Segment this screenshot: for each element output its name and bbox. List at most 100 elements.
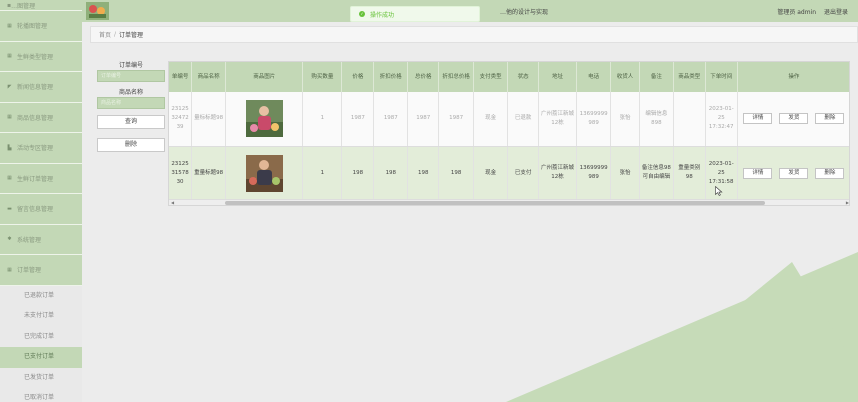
delete-button[interactable]: 删除 <box>97 138 165 152</box>
column-header: 折扣价格 <box>373 62 409 92</box>
detail-button[interactable]: 详情 <box>743 167 773 179</box>
cell-receiver: 张怡 <box>610 146 640 201</box>
sidebar-item-product[interactable]: ▦ 商品信息管理 <box>0 102 82 133</box>
cell-price: 1987 <box>341 92 375 147</box>
column-header: 商品图片 <box>225 62 304 92</box>
cell-type <box>673 92 706 147</box>
sidebar-item-fresh-order[interactable]: ▦ 生鲜订单管理 <box>0 163 82 194</box>
scroll-left-icon[interactable]: ◀ <box>171 200 174 205</box>
table-row[interactable]: 231253247239 量标标题98 1 1987 1987 1987 198… <box>169 92 849 147</box>
user-label: 管理员 admin <box>777 9 817 16</box>
system-title: …他的设计与实现 <box>500 9 549 16</box>
cell-receiver: 张怡 <box>610 92 640 147</box>
cell-discount-total: 198 <box>438 146 475 201</box>
user-area: 管理员 admin 退出登录 <box>771 7 848 16</box>
scroll-right-icon[interactable]: ▶ <box>846 200 849 205</box>
cell-image <box>225 146 304 201</box>
product-image <box>245 100 283 138</box>
sidebar-item-system[interactable]: ✱ 系统管理 <box>0 224 82 255</box>
product-name-label: 商品名称 <box>118 89 143 96</box>
cell-address: 广州荔江新城12栋 <box>538 146 578 201</box>
cell-pay-type: 现金 <box>473 92 509 147</box>
sidebar-item-carousel[interactable]: ▦ 轮播图管理 <box>0 11 82 42</box>
table-header-row: 单编号 商品名称 商品图片 购买数量 价格 折扣价格 总价格 折扣总价格 支付类… <box>169 62 849 92</box>
sidebar-subitem-refunded[interactable]: 已退款订单 <box>0 285 82 306</box>
cell-name: 重量标题98 <box>191 146 227 201</box>
sidebar-item-message[interactable]: ▬ 留言信息管理 <box>0 194 82 225</box>
sidebar-item-top[interactable]: ▪ …图管理 <box>0 0 82 11</box>
column-header: 折扣总价格 <box>438 62 475 92</box>
cell-time: 2023-01-25 17:32:47 <box>705 92 738 147</box>
product-name-input[interactable]: 商品名称 <box>97 97 165 109</box>
sidebar-subitem-cancelled[interactable]: 已取消订单 <box>0 388 82 402</box>
cell-name: 量标标题98 <box>191 92 227 147</box>
cell-type: 重量类别98 <box>673 146 706 201</box>
row-delete-button[interactable]: 删除 <box>815 167 845 179</box>
cell-address: 广州荔江新城12栋 <box>538 92 578 147</box>
column-header: 收货人 <box>610 62 640 92</box>
sidebar-item-orders[interactable]: ▦ 订单管理 <box>0 255 82 286</box>
cell-discount-price: 1987 <box>373 92 409 147</box>
product-image <box>245 154 283 192</box>
table-row[interactable]: 2312531578 30 重量标题98 1 198 198 198 198 现… <box>169 146 849 201</box>
logo-icon <box>86 2 109 20</box>
sidebar-subitem-paid[interactable]: 已支付订单 <box>0 347 82 368</box>
column-header: 地址 <box>538 62 578 92</box>
cell-order-no: 2312531578 30 <box>169 146 193 201</box>
column-header: 支付类型 <box>473 62 509 92</box>
sidebar-item-activity[interactable]: ▙ 活动专区管理 <box>0 133 82 164</box>
cell-discount-total: 1987 <box>438 92 475 147</box>
cell-status: 已支付 <box>507 146 540 201</box>
ship-button[interactable]: 发货 <box>779 113 809 125</box>
column-header: 备注 <box>639 62 674 92</box>
column-header: 价格 <box>341 62 375 92</box>
breadcrumb-current: 订单管理 <box>119 32 144 39</box>
logout-link[interactable]: 退出登录 <box>824 9 848 16</box>
detail-button[interactable]: 详情 <box>743 113 773 125</box>
grid-icon: ▦ <box>7 266 12 273</box>
grid-icon: ▦ <box>7 175 12 182</box>
row-delete-button[interactable]: 删除 <box>815 113 845 125</box>
cell-pay-type: 现金 <box>473 146 509 201</box>
breadcrumb-separator: / <box>114 31 117 38</box>
sidebar-subitem-shipped[interactable]: 已发货订单 <box>0 367 82 388</box>
cell-qty: 1 <box>302 92 343 147</box>
gear-icon: ✱ <box>7 236 12 243</box>
column-header: 购买数量 <box>302 62 343 92</box>
cell-remark: 备注信息98可自由编辑 <box>639 146 674 201</box>
sidebar-subitem-completed[interactable]: 已完成订单 <box>0 326 82 347</box>
cell-price: 198 <box>341 146 375 201</box>
check-circle-icon: ✓ <box>359 11 365 17</box>
search-panel: 订单编号 订单编号 商品名称 商品名称 查询 删除 <box>97 61 165 152</box>
grid-icon: ▦ <box>7 22 12 29</box>
cell-qty: 1 <box>302 146 343 201</box>
sidebar-subitem-unpaid[interactable]: 未支付订单 <box>0 306 82 327</box>
sidebar-item-fresh-type[interactable]: ▦ 生鲜类型管理 <box>0 41 82 72</box>
order-no-input[interactable]: 订单编号 <box>97 70 165 82</box>
top-header: ✓ 操作成功 …他的设计与实现 管理员 admin 退出登录 <box>82 0 858 22</box>
horizontal-scrollbar[interactable]: ◀ ▶ <box>169 199 849 205</box>
success-toast: ✓ 操作成功 <box>350 6 480 22</box>
ship-button[interactable]: 发货 <box>779 167 809 179</box>
grid-icon: ▦ <box>7 114 12 121</box>
query-button[interactable]: 查询 <box>97 115 165 129</box>
column-header: 下单时间 <box>705 62 738 92</box>
breadcrumb: 首页 / 订单管理 <box>90 26 858 43</box>
column-header: 电话 <box>576 62 612 92</box>
order-no-label: 订单编号 <box>118 62 143 69</box>
breadcrumb-home[interactable]: 首页 <box>99 30 111 39</box>
cell-discount-price: 198 <box>373 146 409 201</box>
cell-total: 198 <box>407 146 440 201</box>
cell-order-no: 231253247239 <box>169 92 193 147</box>
sidebar-item-news[interactable]: ◤ 新闻信息管理 <box>0 72 82 103</box>
main-content: 订单编号 订单编号 商品名称 商品名称 查询 删除 单编号 商品名称 商品图片 … <box>90 47 858 402</box>
scrollbar-thumb[interactable] <box>225 201 765 205</box>
column-header: 操作 <box>737 62 849 92</box>
sidebar: ▪ …图管理 ▦ 轮播图管理 ▦ 生鲜类型管理 ◤ 新闻信息管理 ▦ 商品信息管理 ▙ 活动… <box>0 0 82 402</box>
column-header: 商品名称 <box>191 62 227 92</box>
column-header: 总价格 <box>407 62 440 92</box>
megaphone-icon: ◤ <box>7 83 12 90</box>
cell-phone: 13699999989 <box>576 146 612 201</box>
cell-image <box>225 92 304 147</box>
cell-status: 已退款 <box>507 92 540 147</box>
